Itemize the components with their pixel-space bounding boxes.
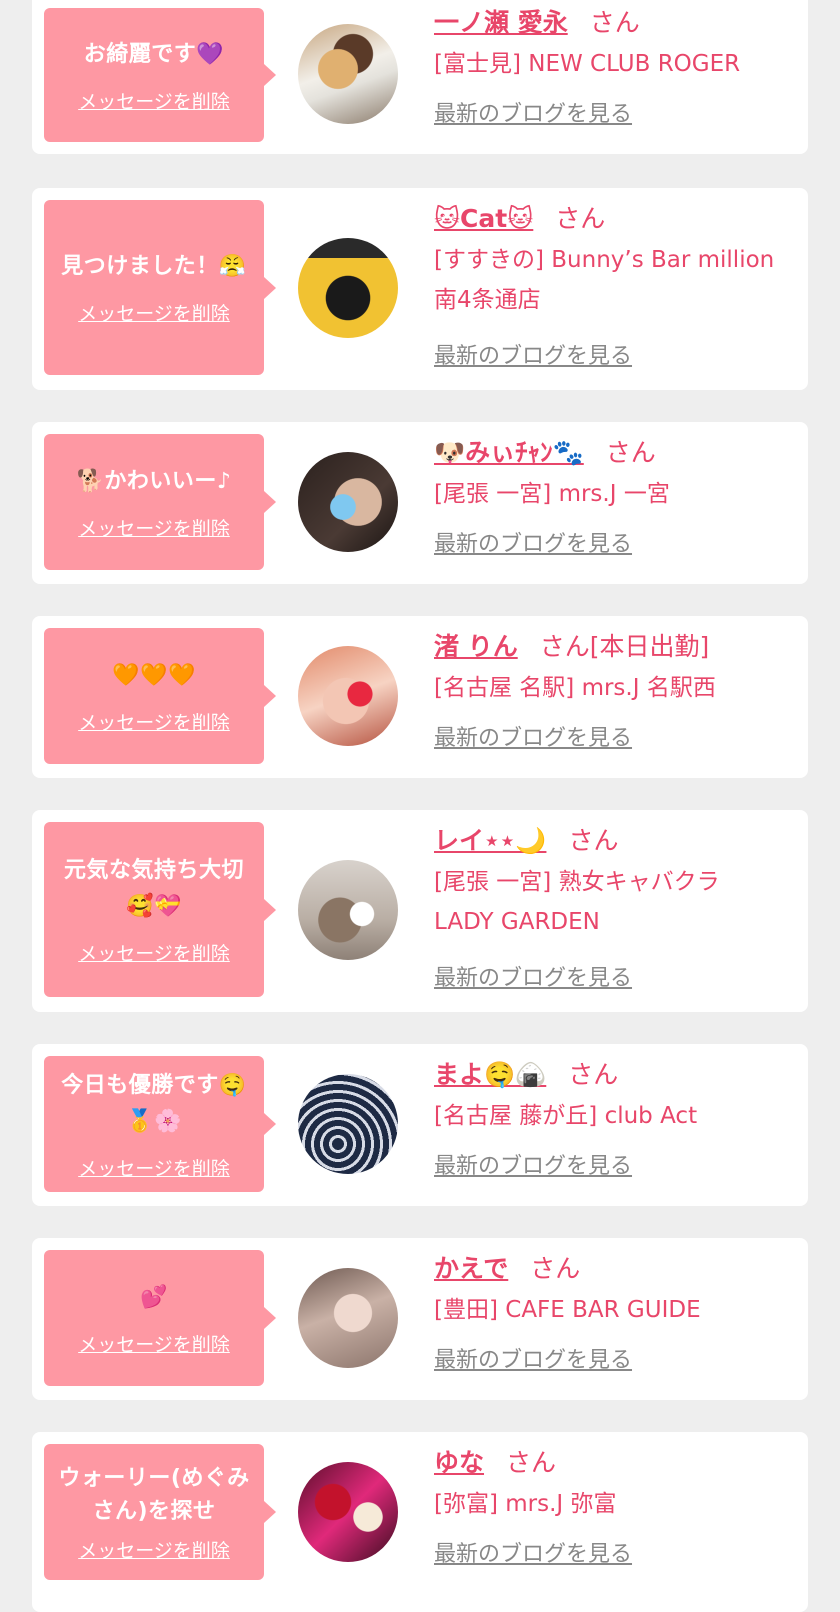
name-suffix: さん (530, 1254, 581, 1283)
message-bubble: ウォーリー(めぐみさん)を探せ メッセージを削除 (44, 1444, 276, 1580)
list-item: お綺麗です💜 メッセージを削除 一ノ瀬 愛永 さん [富士見] NEW CLUB … (32, 0, 808, 154)
delete-message-link[interactable]: メッセージを削除 (78, 299, 230, 326)
message-bubble: 🐕かわいいー♪ メッセージを削除 (44, 434, 276, 570)
shop-line: [豊田] CAFE BAR GUIDE (434, 1297, 701, 1323)
shop-line: [すすきの] Bunny’s Bar million (434, 247, 775, 273)
cast-name-link[interactable]: まよ🤤🍙 (434, 1060, 546, 1089)
list-item: 🐕かわいいー♪ メッセージを削除 🐶みぃﾁｬﾝ🐾 さん [尾張 一宮] mrs.J… (32, 422, 808, 584)
message-text: 今日も優勝です🤤🥇🌸 (61, 1072, 247, 1134)
message-text: 元気な気持ち大切🥰💝 (63, 858, 244, 919)
list-item: ウォーリー(めぐみさん)を探せ メッセージを削除 ゆな さん [弥富] mrs.J… (32, 1432, 808, 1612)
message-text: お綺麗です💜 (83, 41, 225, 67)
shop-info: [名古屋 名駅] mrs.J 名駅西 (434, 668, 796, 708)
shop-line: [尾張 一宮] mrs.J 一宮 (434, 481, 670, 507)
shop-line: [富士見] NEW CLUB ROGER (434, 51, 741, 77)
avatar[interactable] (298, 646, 398, 746)
name-suffix: さん (605, 438, 656, 467)
message-bubble: お綺麗です💜 メッセージを削除 (44, 8, 276, 142)
delete-message-link[interactable]: メッセージを削除 (78, 1154, 230, 1181)
shop-info: [名古屋 藤が丘] club Act (434, 1096, 796, 1136)
shop-line: [名古屋 藤が丘] club Act (434, 1103, 698, 1129)
latest-blog-link[interactable]: 最新のブログを見る (434, 720, 632, 752)
avatar[interactable] (298, 860, 398, 960)
list-item: 🧡🧡🧡 メッセージを削除 渚 りん さん[本日出勤] [名古屋 名駅] mrs.J… (32, 616, 808, 778)
latest-blog-link[interactable]: 最新のブログを見る (434, 338, 632, 370)
shop-info: [尾張 一宮] 熟女キャバクラ LADY GARDEN (434, 862, 796, 942)
cast-name-link[interactable]: ゆな (434, 1448, 484, 1477)
cast-name-link[interactable]: 一ノ瀬 愛永 (434, 8, 568, 37)
list-item: 今日も優勝です🤤🥇🌸 メッセージを削除 まよ🤤🍙 さん [名古屋 藤が丘] clu… (32, 1044, 808, 1206)
delete-message-link[interactable]: メッセージを削除 (78, 1536, 230, 1563)
cast-name-link[interactable]: かえで (434, 1254, 508, 1283)
favorites-message-list: お綺麗です💜 メッセージを削除 一ノ瀬 愛永 さん [富士見] NEW CLUB … (0, 0, 840, 1612)
list-item: 見つけました！😤 メッセージを削除 🐱Cat🐱 さん [すすきの] Bunny’s… (32, 188, 808, 390)
latest-blog-link[interactable]: 最新のブログを見る (434, 1148, 632, 1180)
message-bubble: 元気な気持ち大切🥰💝 メッセージを削除 (44, 822, 276, 997)
message-bubble: 見つけました！😤 メッセージを削除 (44, 200, 276, 375)
name-suffix: さん (568, 826, 619, 855)
avatar[interactable] (298, 452, 398, 552)
delete-message-link[interactable]: メッセージを削除 (78, 87, 230, 114)
cast-name-link[interactable]: 渚 りん (434, 632, 518, 661)
message-text: 見つけました！😤 (61, 254, 247, 279)
cast-name-link[interactable]: レイ⋆⋆🌙 (434, 826, 546, 855)
shop-line: [名古屋 名駅] mrs.J 名駅西 (434, 675, 716, 701)
message-text: 💕 (140, 1284, 168, 1310)
name-suffix: さん (568, 1060, 619, 1089)
latest-blog-link[interactable]: 最新のブログを見る (434, 1536, 632, 1568)
shop-info: [すすきの] Bunny’s Bar million 南4条通店 (434, 240, 796, 320)
message-text: 🐕かわいいー♪ (76, 468, 232, 494)
list-item: 💕 メッセージを削除 かえで さん [豊田] CAFE BAR GUIDE 最新の… (32, 1238, 808, 1400)
message-text: ウォーリー(めぐみさん)を探せ (58, 1465, 250, 1524)
avatar[interactable] (298, 24, 398, 124)
message-bubble: 🧡🧡🧡 メッセージを削除 (44, 628, 276, 764)
latest-blog-link[interactable]: 最新のブログを見る (434, 960, 632, 992)
list-item: 元気な気持ち大切🥰💝 メッセージを削除 レイ⋆⋆🌙 さん [尾張 一宮] 熟女キャ… (32, 810, 808, 1012)
shop-line: 南4条通店 (434, 287, 541, 313)
shop-line: [弥富] mrs.J 弥富 (434, 1491, 617, 1517)
name-suffix: さん (555, 204, 606, 233)
shop-info: [弥富] mrs.J 弥富 (434, 1484, 796, 1524)
latest-blog-link[interactable]: 最新のブログを見る (434, 1342, 632, 1374)
name-suffix: さん (589, 8, 640, 37)
avatar[interactable] (298, 1268, 398, 1368)
avatar[interactable] (298, 1074, 398, 1174)
avatar[interactable] (298, 1462, 398, 1562)
delete-message-link[interactable]: メッセージを削除 (78, 939, 230, 966)
delete-message-link[interactable]: メッセージを削除 (78, 1330, 230, 1357)
name-suffix: さん (506, 1448, 557, 1477)
latest-blog-link[interactable]: 最新のブログを見る (434, 526, 632, 558)
latest-blog-link[interactable]: 最新のブログを見る (434, 96, 632, 128)
shop-info: [尾張 一宮] mrs.J 一宮 (434, 474, 796, 514)
shop-line: LADY GARDEN (434, 909, 600, 935)
shop-line: [尾張 一宮] 熟女キャバクラ (434, 869, 720, 895)
delete-message-link[interactable]: メッセージを削除 (78, 514, 230, 541)
message-bubble: 💕 メッセージを削除 (44, 1250, 276, 1386)
shop-info: [豊田] CAFE BAR GUIDE (434, 1290, 796, 1330)
cast-name-link[interactable]: 🐱Cat🐱 (434, 204, 533, 233)
shop-info: [富士見] NEW CLUB ROGER (434, 44, 796, 84)
cast-name-link[interactable]: 🐶みぃﾁｬﾝ🐾 (434, 438, 584, 467)
avatar[interactable] (298, 238, 398, 338)
delete-message-link[interactable]: メッセージを削除 (78, 708, 230, 735)
message-text: 🧡🧡🧡 (112, 662, 196, 688)
message-bubble: 今日も優勝です🤤🥇🌸 メッセージを削除 (44, 1056, 276, 1192)
name-suffix: さん[本日出勤] (539, 632, 710, 661)
